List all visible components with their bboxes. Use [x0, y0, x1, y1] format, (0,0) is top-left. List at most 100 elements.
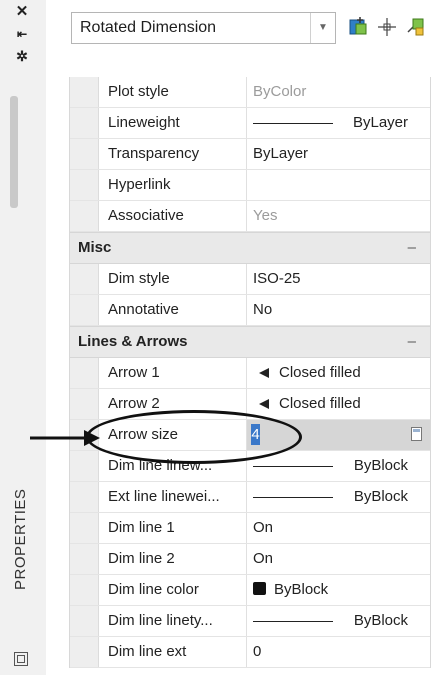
property-value-text: ByBlock	[353, 457, 408, 474]
property-value[interactable]: 0	[246, 637, 430, 667]
section-lines-arrows[interactable]: Lines & Arrows –	[70, 326, 430, 358]
property-value[interactable]: ByBlock	[246, 482, 430, 512]
property-value[interactable]	[246, 170, 430, 200]
properties-icon[interactable]	[14, 652, 28, 666]
closed-filled-arrow-icon	[259, 399, 269, 409]
property-row[interactable]: Dim line color ByBlock	[70, 575, 430, 606]
property-value[interactable]: ByBlock	[246, 451, 430, 481]
property-value[interactable]: Closed filled	[246, 389, 430, 419]
palette-title: PROPERTIES	[12, 488, 29, 590]
property-value-text: ByBlock	[274, 581, 329, 598]
close-icon[interactable]: ✕	[14, 4, 30, 20]
object-type-value: Rotated Dimension	[80, 19, 217, 36]
linetype-sample	[253, 621, 333, 622]
property-row[interactable]: Transparency ByLayer	[70, 139, 430, 170]
toggle-pickadd-icon[interactable]	[348, 16, 370, 38]
property-value[interactable]: ByBlock	[246, 606, 430, 636]
row-gutter	[70, 358, 99, 388]
property-row[interactable]: Plot style ByColor	[70, 77, 430, 108]
properties-panel: Rotated Dimension ▼ Plot style ByColor L…	[46, 0, 441, 675]
property-row[interactable]: Dim style ISO-25	[70, 264, 430, 295]
property-value[interactable]: ByLayer	[246, 139, 430, 169]
lineweight-sample	[253, 497, 333, 498]
row-gutter	[70, 575, 99, 605]
property-value-text: ByBlock	[353, 488, 408, 505]
collapse-icon[interactable]: –	[408, 233, 416, 263]
section-title: Lines & Arrows	[78, 333, 188, 350]
property-value[interactable]: ByBlock	[246, 575, 430, 605]
row-gutter	[70, 264, 99, 294]
property-grid: Plot style ByColor Lineweight ByLayer Tr…	[69, 77, 431, 668]
property-row[interactable]: Associative Yes	[70, 201, 430, 232]
property-row[interactable]: Dim line 1 On	[70, 513, 430, 544]
row-gutter	[70, 389, 99, 419]
section-title: Misc	[78, 239, 112, 256]
property-label: Dim line 2	[108, 550, 175, 567]
property-label: Dim line linety...	[108, 612, 213, 629]
property-value[interactable]: ISO-25	[246, 264, 430, 294]
object-type-dropdown[interactable]: Rotated Dimension ▼	[71, 12, 336, 44]
property-value[interactable]: ByLayer	[246, 108, 430, 138]
row-gutter	[70, 295, 99, 325]
scrollbar-thumb[interactable]	[10, 96, 18, 208]
row-gutter	[70, 637, 99, 667]
property-value-text: Yes	[253, 207, 278, 224]
row-gutter	[70, 606, 99, 636]
row-gutter	[70, 544, 99, 574]
autohide-icon[interactable]: ⇤	[14, 26, 30, 42]
property-label: Associative	[108, 207, 184, 224]
annotation-ellipse	[86, 410, 302, 464]
select-objects-icon[interactable]	[376, 16, 398, 38]
property-value-text: Closed filled	[279, 364, 361, 381]
color-swatch	[253, 582, 266, 595]
property-value-text: ISO-25	[253, 270, 301, 287]
lineweight-sample	[253, 466, 333, 467]
section-misc[interactable]: Misc –	[70, 232, 430, 264]
row-gutter	[70, 482, 99, 512]
selector-row: Rotated Dimension ▼	[46, 0, 441, 46]
property-row[interactable]: Hyperlink	[70, 170, 430, 201]
row-gutter	[70, 77, 99, 107]
property-value-text: On	[253, 519, 274, 536]
property-row[interactable]: Dim line 2 On	[70, 544, 430, 575]
property-label: Dim line color	[108, 581, 199, 598]
property-label: Dim line ext	[108, 643, 187, 660]
gear-icon[interactable]: ✲	[14, 48, 30, 64]
property-value-text: Closed filled	[279, 395, 361, 412]
property-value[interactable]: On	[246, 513, 430, 543]
property-value[interactable]: Yes	[246, 201, 430, 231]
lineweight-sample	[253, 123, 333, 124]
property-row[interactable]: Arrow 1 Closed filled	[70, 358, 430, 389]
row-gutter	[70, 139, 99, 169]
calculator-icon[interactable]	[411, 427, 422, 441]
quick-select-icon[interactable]	[404, 16, 426, 38]
palette-titlebar: ✕ ⇤ ✲ PROPERTIES	[0, 0, 47, 675]
property-value-text: ByBlock	[353, 612, 408, 629]
property-row[interactable]: Lineweight ByLayer	[70, 108, 430, 139]
property-value[interactable]: ByColor	[246, 77, 430, 107]
property-label: Hyperlink	[108, 176, 171, 193]
row-gutter	[70, 513, 99, 543]
row-gutter	[70, 108, 99, 138]
property-value-text: ByLayer	[352, 114, 408, 131]
property-label: Dim style	[108, 270, 170, 287]
property-row[interactable]: Ext line linewei... ByBlock	[70, 482, 430, 513]
property-value[interactable]: No	[246, 295, 430, 325]
property-value[interactable]: On	[246, 544, 430, 574]
property-value[interactable]: Closed filled	[246, 358, 430, 388]
property-label: Annotative	[108, 301, 179, 318]
property-row[interactable]: Dim line linety... ByBlock	[70, 606, 430, 637]
collapse-icon[interactable]: –	[408, 327, 416, 357]
row-gutter	[70, 451, 99, 481]
row-gutter	[70, 170, 99, 200]
property-value-text: ByColor	[253, 83, 307, 100]
property-row[interactable]: Dim line ext 0	[70, 637, 430, 668]
property-value-text: 0	[253, 643, 262, 660]
property-label: Plot style	[108, 83, 169, 100]
closed-filled-arrow-icon	[259, 368, 269, 378]
property-label: Arrow 1	[108, 364, 160, 381]
property-label: Transparency	[108, 145, 200, 162]
property-label: Lineweight	[108, 114, 180, 131]
property-row[interactable]: Annotative No	[70, 295, 430, 326]
chevron-down-icon[interactable]: ▼	[310, 13, 335, 43]
